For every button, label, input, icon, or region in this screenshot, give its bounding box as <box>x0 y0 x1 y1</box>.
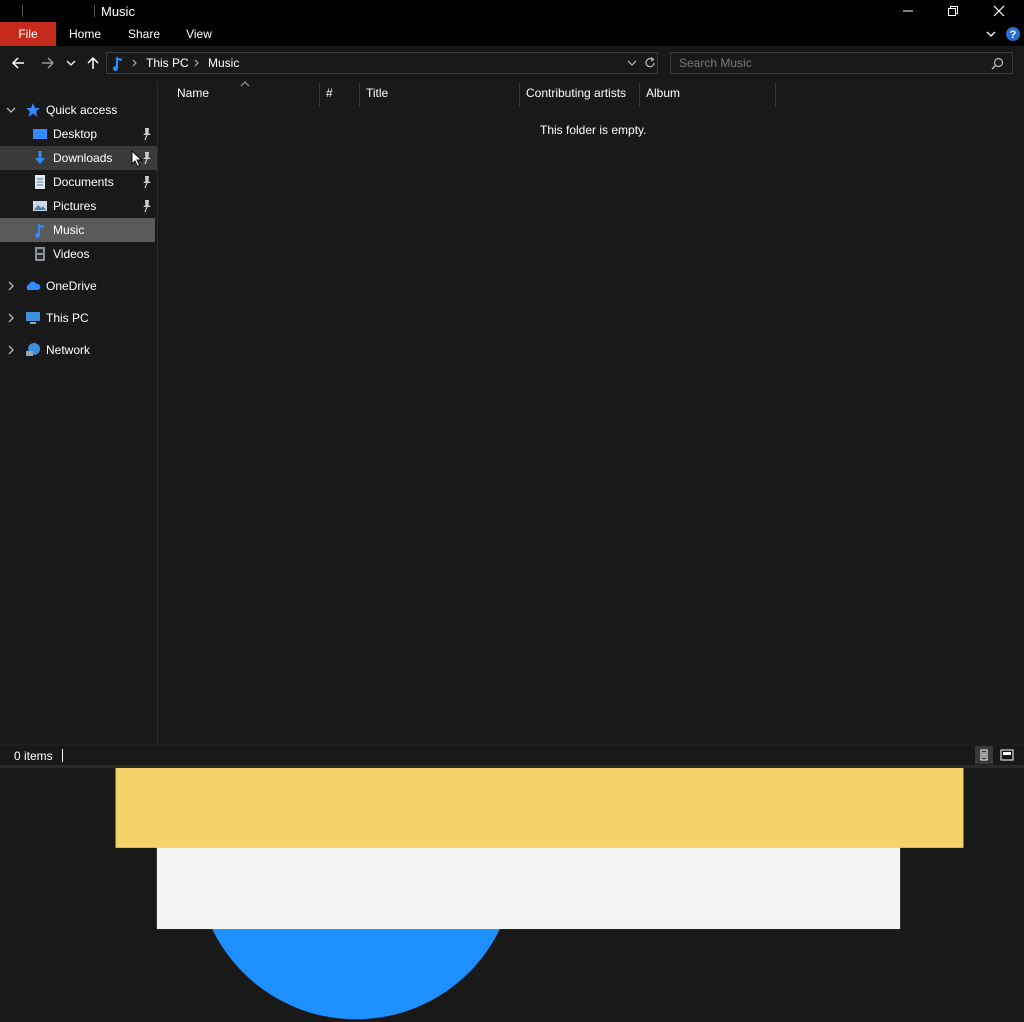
pin-icon[interactable] <box>141 175 153 189</box>
column-separator[interactable] <box>519 83 520 107</box>
nav-quick-access[interactable]: Quick access <box>0 98 157 122</box>
column-header-album[interactable]: Album <box>646 86 680 104</box>
forward-arrow-icon <box>42 57 55 69</box>
pictures-icon <box>33 201 47 211</box>
column-separator[interactable] <box>319 83 320 107</box>
sort-ascending-icon <box>240 81 250 87</box>
up-button[interactable] <box>82 52 104 74</box>
nav-item-this-pc[interactable]: This PC <box>0 306 157 330</box>
back-arrow-icon <box>11 57 24 69</box>
minimize-button[interactable] <box>885 0 931 22</box>
breadcrumb-chevron-icon[interactable] <box>193 59 201 67</box>
forward-button[interactable] <box>37 52 59 74</box>
nav-item-pictures[interactable]: Pictures <box>0 194 157 218</box>
large-icons-view-button[interactable] <box>998 746 1016 764</box>
mouse-cursor-icon <box>131 150 143 168</box>
nav-quick-access-label: Quick access <box>46 103 118 117</box>
up-arrow-icon <box>87 56 99 69</box>
pin-icon[interactable] <box>141 199 153 213</box>
column-header-title[interactable]: Title <box>366 86 388 104</box>
column-separator[interactable] <box>359 83 360 107</box>
pin-icon[interactable] <box>141 127 153 141</box>
details-view-icon <box>980 749 988 761</box>
nav-item-network[interactable]: Network <box>0 338 157 362</box>
nav-item-label: OneDrive <box>46 279 97 293</box>
search-box[interactable] <box>670 52 1013 74</box>
nav-item-label: Videos <box>53 247 90 261</box>
nav-item-label: Music <box>53 223 85 237</box>
nav-item-label: Network <box>46 343 91 357</box>
tab-home[interactable]: Home <box>62 22 108 46</box>
svg-text:?: ? <box>1010 29 1017 41</box>
nav-item-label: Downloads <box>53 151 113 165</box>
download-arrow-icon <box>35 151 45 164</box>
network-icon <box>26 343 40 356</box>
restore-icon <box>948 6 958 16</box>
status-divider <box>62 749 63 762</box>
address-bar[interactable]: This PC Music <box>106 52 658 74</box>
back-button[interactable] <box>7 52 29 74</box>
nav-item-label: Desktop <box>53 127 98 141</box>
column-separator[interactable] <box>639 83 640 107</box>
nav-item-onedrive[interactable]: OneDrive <box>0 274 157 298</box>
breadcrumb-music[interactable]: Music <box>208 56 239 70</box>
details-view-button[interactable] <box>975 746 993 764</box>
window-title: Music <box>101 4 135 19</box>
restore-button[interactable] <box>930 0 976 22</box>
refresh-icon[interactable] <box>643 56 657 70</box>
empty-folder-message: This folder is empty. <box>540 123 647 137</box>
music-note-icon <box>113 57 122 71</box>
nav-item-desktop[interactable]: Desktop <box>0 122 157 146</box>
document-icon <box>35 175 45 189</box>
cloud-icon <box>26 281 41 290</box>
large-icons-view-icon <box>1000 749 1014 761</box>
close-button[interactable] <box>976 0 1022 22</box>
nav-item-videos[interactable]: Videos <box>0 242 157 266</box>
nav-item-label: This PC <box>46 311 89 325</box>
file-list[interactable] <box>158 82 1024 744</box>
address-history-chevron-icon[interactable] <box>627 58 637 68</box>
column-separator[interactable] <box>775 83 776 107</box>
breadcrumb-chevron-icon[interactable] <box>131 59 139 67</box>
film-icon <box>35 247 45 261</box>
close-icon <box>993 5 1005 17</box>
desktop-icon <box>33 129 47 139</box>
chevron-down-icon <box>66 60 76 66</box>
nav-item-documents[interactable]: Documents <box>0 170 157 194</box>
column-header-name[interactable]: Name <box>177 86 209 104</box>
music-note-icon <box>35 224 44 238</box>
column-header-number[interactable]: # <box>326 86 333 104</box>
minimize-icon <box>903 10 913 12</box>
tab-file[interactable]: File <box>0 22 56 46</box>
item-count: 0 items <box>14 749 53 763</box>
search-input[interactable] <box>679 55 979 71</box>
column-header-contributing-artists[interactable]: Contributing artists <box>526 86 626 104</box>
tab-share[interactable]: Share <box>121 22 167 46</box>
computer-icon <box>26 312 40 324</box>
star-icon <box>26 103 40 117</box>
help-icon[interactable]: ? <box>1005 26 1021 42</box>
breadcrumb-this-pc[interactable]: This PC <box>146 56 189 70</box>
tab-view[interactable]: View <box>177 22 221 46</box>
title-separator <box>22 5 23 17</box>
nav-item-music[interactable]: Music <box>0 218 155 242</box>
recent-locations-button[interactable] <box>62 52 80 74</box>
nav-item-label: Pictures <box>53 199 97 213</box>
title-separator <box>94 5 95 17</box>
expand-ribbon-chevron-icon[interactable] <box>985 28 997 40</box>
search-icon[interactable] <box>991 57 1004 70</box>
nav-item-label: Documents <box>53 175 114 189</box>
